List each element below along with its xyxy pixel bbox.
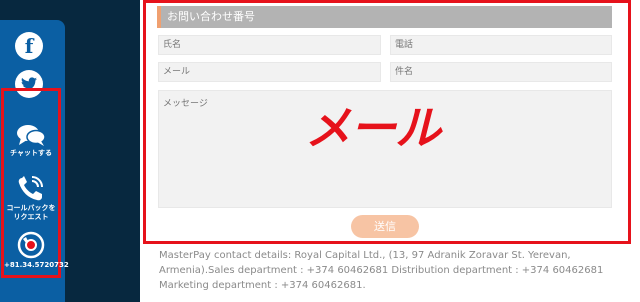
chat-button[interactable]: チャットする [4,123,58,158]
phone-number-button[interactable]: +81.34.5720732 [4,231,69,270]
contact-details-text: MasterPay contact details: Royal Capital… [159,250,604,291]
facebook-icon[interactable]: f [15,32,43,60]
chat-label: チャットする [10,149,52,157]
callback-label: コールバックをリクエスト [6,204,56,221]
send-button[interactable]: 送信 [351,215,419,238]
phone-number-label: +81.34.5720732 [4,261,69,269]
subject-field[interactable] [390,62,612,82]
email-field[interactable] [158,62,381,82]
chat-icon [17,125,46,146]
mail-annotation-label: メール [305,101,441,155]
callback-request-button[interactable]: コールバックをリクエスト [4,174,58,222]
phone-target-icon [17,231,45,259]
contact-options-highlight: チャットする コールバックをリクエスト +81.34.5720732 [1,88,69,278]
phone-callback-icon [18,176,43,201]
name-field[interactable] [158,35,381,55]
phone-field[interactable] [390,35,612,55]
form-header: お問い合わせ番号 [157,6,612,28]
